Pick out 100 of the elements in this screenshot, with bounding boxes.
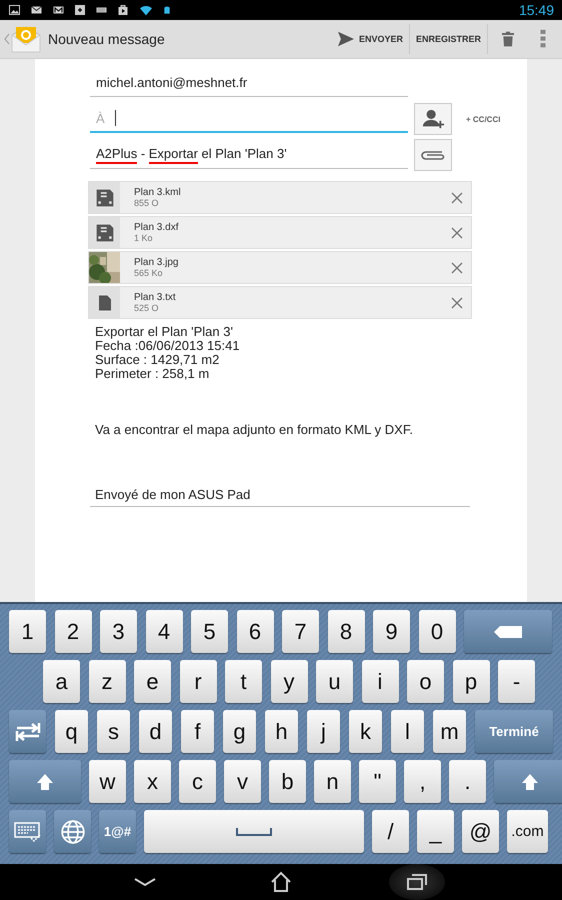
key[interactable]: t xyxy=(225,660,262,703)
subject-field[interactable]: A2Plus - Exportar el Plan 'Plan 3' xyxy=(90,141,408,169)
attachment-card[interactable]: Plan 3.kml 855 O xyxy=(88,181,472,214)
key[interactable]: 5 xyxy=(191,610,228,653)
paperclip-icon xyxy=(420,149,446,161)
send-button[interactable]: ENVOYER xyxy=(330,24,410,54)
key[interactable]: k xyxy=(349,710,382,753)
attachment-name: Plan 3.kml xyxy=(134,187,182,198)
key[interactable]: @ xyxy=(462,810,499,853)
attachment-card[interactable]: Plan 3.dxf 1 Ko xyxy=(88,216,472,249)
trash-icon xyxy=(500,29,516,49)
space-bar-icon xyxy=(236,826,272,836)
backspace-key[interactable] xyxy=(464,610,552,653)
key[interactable]: . xyxy=(449,760,486,803)
key[interactable]: 0 xyxy=(418,610,456,653)
key[interactable]: y xyxy=(270,660,308,703)
key[interactable]: s xyxy=(97,710,130,753)
language-key[interactable] xyxy=(54,810,91,853)
shift-arrow-icon xyxy=(520,772,540,792)
key[interactable]: p xyxy=(452,660,490,703)
key[interactable]: n xyxy=(314,760,351,803)
shift-arrow-icon xyxy=(35,772,55,792)
key[interactable]: h xyxy=(265,710,298,753)
key[interactable]: 2 xyxy=(54,610,92,653)
remove-button[interactable] xyxy=(451,192,463,204)
attachment-card[interactable]: Plan 3.txt 525 O xyxy=(88,286,472,319)
clock: 15:49 xyxy=(518,2,554,18)
key[interactable]: 7 xyxy=(282,610,319,653)
done-key[interactable]: Terminé xyxy=(475,710,553,753)
attach-button[interactable] xyxy=(414,139,452,171)
mail-icon xyxy=(30,4,43,16)
add-contact-button[interactable] xyxy=(414,103,452,135)
key[interactable]: 8 xyxy=(328,610,364,653)
keyboard-icon xyxy=(14,820,42,842)
attachment-size: 855 O xyxy=(134,198,160,208)
key[interactable]: o xyxy=(407,660,444,703)
key[interactable]: g xyxy=(223,710,256,753)
cc-bcc-link[interactable]: + CC/CCI xyxy=(466,114,500,124)
attachment-size: 1 Ko xyxy=(134,233,154,243)
add-person-icon xyxy=(421,108,445,130)
shift-key[interactable] xyxy=(9,760,81,803)
screen-title: Nouveau message xyxy=(48,31,165,47)
key[interactable]: v xyxy=(224,760,261,803)
key[interactable]: 9 xyxy=(373,610,410,653)
body-text: Exportar el Plan 'Plan 3' xyxy=(94,325,234,339)
recent-apps-icon xyxy=(406,872,428,892)
key[interactable]: d xyxy=(139,710,172,753)
key[interactable]: e xyxy=(134,660,171,703)
wifi-icon xyxy=(138,4,154,16)
attachment-card[interactable]: Plan 3.jpg 565 Ko xyxy=(88,251,472,284)
body-text: Perimeter : 258,1 m xyxy=(94,367,210,381)
attachment-name: Plan 3.dxf xyxy=(134,222,180,233)
switch-arrows-icon xyxy=(14,722,40,742)
remove-button[interactable] xyxy=(451,226,463,238)
key[interactable]: .com xyxy=(507,810,548,853)
key[interactable]: b xyxy=(269,760,306,803)
key[interactable]: a xyxy=(43,660,80,703)
key[interactable]: 4 xyxy=(146,610,182,653)
key[interactable]: j xyxy=(307,710,340,753)
key[interactable]: / xyxy=(372,810,409,853)
key[interactable]: q xyxy=(55,710,88,753)
attachment-name: Plan 3.jpg xyxy=(134,257,180,268)
mail-icon xyxy=(52,4,65,16)
key[interactable]: 1 xyxy=(9,610,46,653)
delete-button[interactable] xyxy=(500,29,516,49)
signature-field[interactable]: Envoyé de mon ASUS Pad xyxy=(90,483,470,507)
save-button[interactable]: ENREGISTRER xyxy=(410,24,488,54)
key[interactable]: c xyxy=(179,760,216,803)
key[interactable]: i xyxy=(362,660,398,703)
remove-button[interactable] xyxy=(451,296,463,308)
key[interactable]: _ xyxy=(417,810,454,853)
attachment-size: 565 Ko xyxy=(134,268,164,278)
backspace-icon xyxy=(493,624,523,640)
key[interactable]: r xyxy=(180,660,216,703)
key[interactable]: z xyxy=(88,660,126,703)
symbols-key[interactable]: 1@# xyxy=(99,810,136,853)
key[interactable]: , xyxy=(404,760,441,803)
key[interactable]: f xyxy=(181,710,214,753)
close-icon xyxy=(451,296,463,308)
key[interactable]: 3 xyxy=(100,610,137,653)
overflow-menu-button[interactable] xyxy=(540,29,546,49)
keyboard-settings-key[interactable] xyxy=(9,810,46,853)
tab-key[interactable] xyxy=(9,710,46,753)
key[interactable]: " xyxy=(359,760,396,803)
body-text: Surface : 1429,71 m2 xyxy=(94,353,220,367)
key[interactable]: m xyxy=(433,710,466,753)
from-field[interactable]: michel.antoni@meshnet.fr xyxy=(90,69,408,97)
key[interactable]: u xyxy=(316,660,353,703)
key[interactable]: 6 xyxy=(236,610,274,653)
key[interactable]: w xyxy=(89,760,126,803)
shift-key[interactable] xyxy=(494,760,562,803)
plus-icon xyxy=(74,4,86,16)
globe-icon xyxy=(60,818,86,844)
close-icon xyxy=(451,192,463,204)
key[interactable]: x xyxy=(134,760,171,803)
close-icon xyxy=(451,262,463,274)
key[interactable]: - xyxy=(498,660,535,703)
attachment-name: Plan 3.txt xyxy=(134,292,177,303)
remove-button[interactable] xyxy=(451,262,463,274)
key[interactable]: l xyxy=(391,710,424,753)
